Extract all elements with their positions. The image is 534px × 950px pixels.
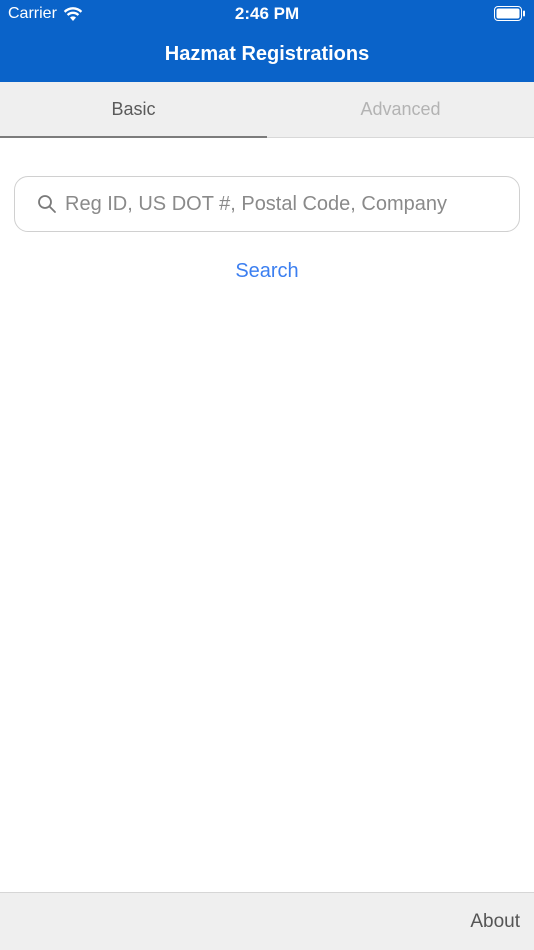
segmented-tabs: Basic Advanced (0, 82, 534, 138)
tab-advanced[interactable]: Advanced (267, 82, 534, 137)
app-screen: Carrier 2:46 PM Hazmat Registrations Bas… (0, 0, 534, 950)
tab-basic[interactable]: Basic (0, 82, 267, 138)
search-input[interactable] (65, 189, 519, 219)
status-bar: Carrier 2:46 PM (0, 0, 534, 28)
search-icon (38, 195, 56, 213)
search-field[interactable] (14, 176, 520, 232)
active-tab-indicator (0, 136, 267, 138)
navigation-header: Carrier 2:46 PM Hazmat Registrations (0, 0, 534, 82)
about-button[interactable]: About (470, 910, 520, 934)
tab-advanced-label: Advanced (360, 99, 441, 119)
tab-basic-label: Basic (111, 99, 156, 119)
status-time: 2:46 PM (234, 4, 300, 23)
search-button[interactable]: Search (0, 258, 534, 284)
battery-icon (494, 6, 525, 21)
page-title: Hazmat Registrations (164, 43, 370, 65)
bottom-toolbar: About (0, 892, 534, 950)
